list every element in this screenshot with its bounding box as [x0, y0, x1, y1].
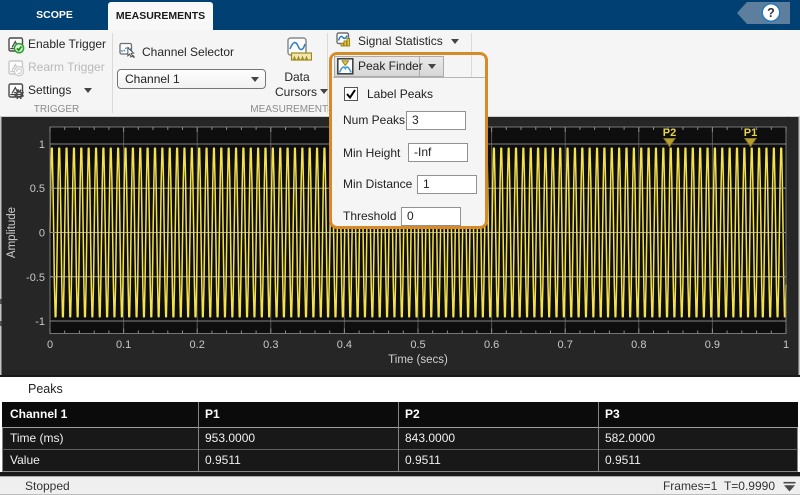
- svg-text:0: 0: [47, 339, 53, 351]
- svg-text:Amplitude: Amplitude: [6, 207, 18, 258]
- svg-text:0.3: 0.3: [263, 339, 278, 351]
- svg-text:Time (secs): Time (secs): [388, 354, 448, 366]
- svg-text:-1: -1: [35, 316, 45, 328]
- svg-text:P1: P1: [744, 127, 757, 139]
- svg-text:0.6: 0.6: [484, 339, 499, 351]
- svg-text:0.1: 0.1: [116, 339, 131, 351]
- svg-text:?: ?: [767, 6, 775, 20]
- svg-text:0.5: 0.5: [410, 339, 425, 351]
- svg-text:0.7: 0.7: [558, 339, 573, 351]
- svg-text:0: 0: [39, 228, 45, 240]
- svg-text:P2: P2: [663, 127, 676, 139]
- svg-text:0.8: 0.8: [631, 339, 646, 351]
- svg-text:-0.5: -0.5: [26, 272, 45, 284]
- svg-text:1: 1: [39, 139, 45, 151]
- svg-text:0.9: 0.9: [705, 339, 720, 351]
- svg-text:0.4: 0.4: [337, 339, 352, 351]
- svg-text:1: 1: [783, 339, 789, 351]
- svg-text:0.2: 0.2: [190, 339, 205, 351]
- svg-text:0.5: 0.5: [30, 183, 45, 195]
